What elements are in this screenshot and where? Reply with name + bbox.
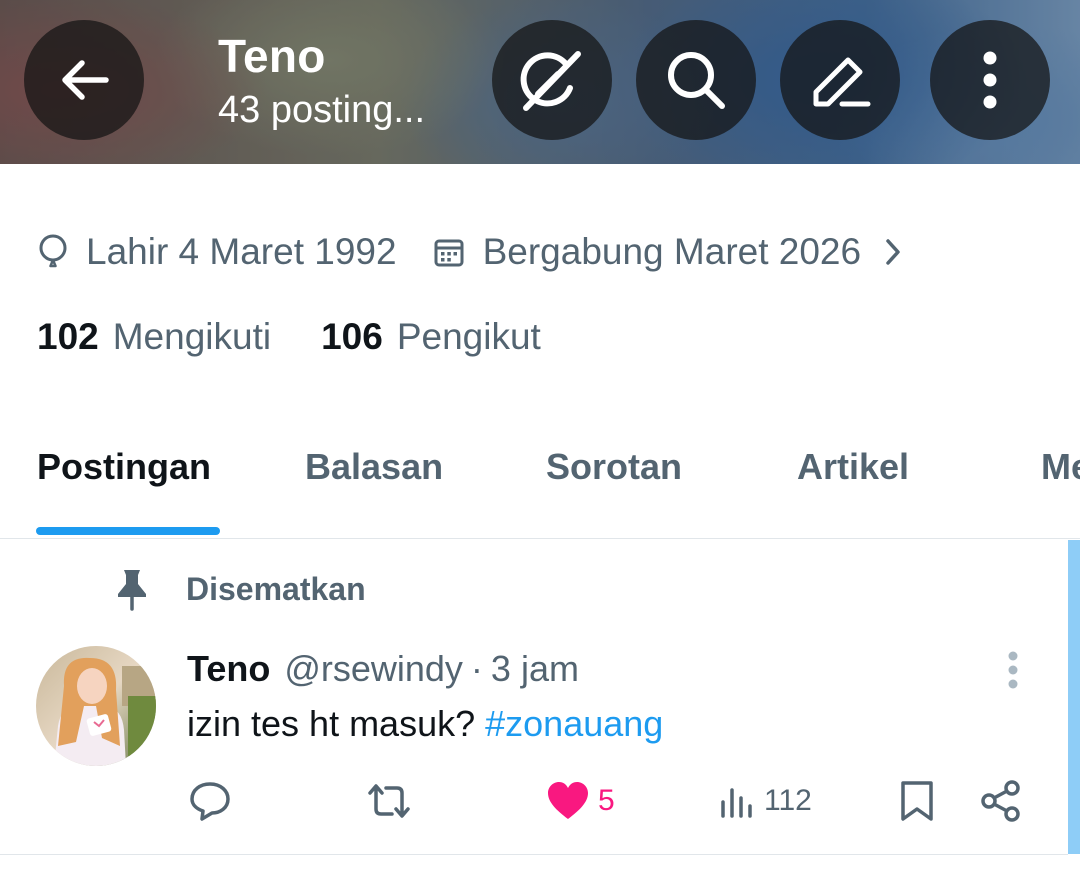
header-title: Teno 43 posting... [218, 28, 425, 134]
following-label: Mengikuti [112, 316, 272, 357]
post-text: izin tes ht masuk? #zonauang [187, 700, 663, 748]
share-button[interactable] [980, 778, 1022, 824]
like-button[interactable]: 5 [546, 778, 615, 824]
birth-date: Lahir 4 Maret 1992 [86, 231, 397, 272]
post-divider [0, 854, 1068, 855]
search-button[interactable] [636, 20, 756, 140]
pinned-indicator: Disematkan [112, 566, 366, 612]
post-more-button[interactable] [1006, 650, 1020, 695]
more-vertical-icon [983, 51, 997, 109]
active-tab-indicator [36, 527, 220, 535]
followers-link[interactable]: 106 Pengikut [321, 316, 541, 358]
post-separator: · [470, 648, 483, 689]
post-time[interactable]: 3 jam [491, 648, 579, 690]
bookmark-button[interactable] [898, 778, 936, 824]
balloon-icon [38, 233, 68, 271]
pinned-label: Disematkan [186, 570, 366, 607]
more-vertical-icon [1008, 651, 1018, 689]
follow-stats: 102 Mengikuti 106 Pengikut [37, 310, 541, 364]
grok-button[interactable] [492, 20, 612, 140]
edit-pencil-icon [813, 57, 871, 107]
tab-postingan[interactable]: Postingan [37, 446, 211, 488]
repost-button[interactable] [364, 778, 414, 824]
reply-icon [190, 782, 230, 821]
calendar-icon [433, 236, 465, 268]
post-header: Teno @rsewindy · 3 jam [187, 644, 579, 694]
search-icon [668, 52, 725, 109]
avatar[interactable] [36, 646, 156, 766]
followers-label: Pengikut [396, 316, 541, 357]
pin-icon [112, 567, 152, 611]
followers-count: 106 [321, 316, 383, 357]
like-count: 5 [598, 784, 615, 817]
profile-banner: Teno 43 posting... [0, 0, 1080, 164]
views-icon [721, 788, 752, 818]
scrollbar[interactable] [1068, 540, 1080, 854]
tab-artikel[interactable]: Artikel [797, 446, 909, 488]
post-hashtag[interactable]: #zonauang [485, 703, 663, 744]
tab-sorotan[interactable]: Sorotan [546, 446, 682, 488]
views-count: 112 [764, 784, 812, 817]
repost-icon [368, 784, 410, 818]
bookmark-icon [901, 781, 933, 821]
grok-icon [520, 51, 581, 111]
arrow-left-icon [62, 60, 109, 100]
views-button[interactable]: 112 [718, 778, 812, 824]
profile-tabs: Postingan Balasan Sorotan Artikel Me [0, 430, 1080, 538]
post-count: 43 posting... [218, 89, 426, 131]
heart-icon [548, 782, 588, 819]
tabs-divider [0, 538, 1080, 539]
tab-media[interactable]: Me [1041, 446, 1080, 488]
tab-balasan[interactable]: Balasan [305, 446, 443, 488]
following-link[interactable]: 102 Mengikuti [37, 316, 271, 358]
chevron-right-icon[interactable] [883, 237, 903, 267]
back-button[interactable] [24, 20, 144, 140]
post-author-handle[interactable]: @rsewindy [284, 648, 463, 690]
share-icon [981, 780, 1020, 822]
joined-date[interactable]: Bergabung Maret 2026 [483, 231, 862, 273]
post-body: izin tes ht masuk? [187, 703, 476, 744]
edit-button[interactable] [780, 20, 900, 140]
following-count: 102 [37, 316, 99, 357]
profile-meta-row: Lahir 4 Maret 1992 Bergabung Maret 2026 [38, 224, 903, 280]
post-author-name[interactable]: Teno [187, 648, 270, 690]
reply-button[interactable] [188, 778, 232, 824]
more-options-button[interactable] [930, 20, 1050, 140]
profile-name: Teno [218, 30, 326, 82]
